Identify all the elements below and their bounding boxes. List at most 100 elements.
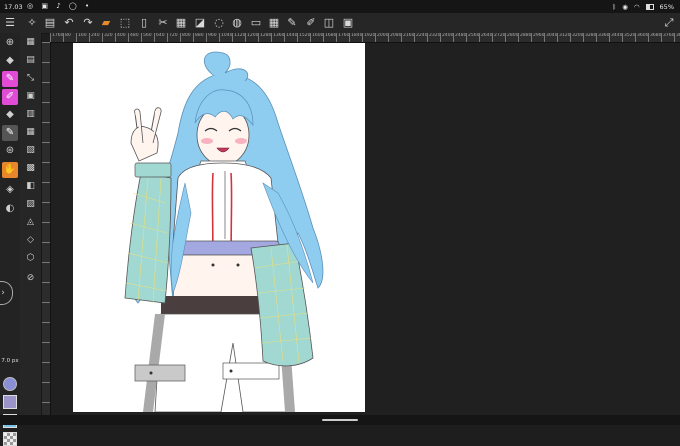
ruler-tick: 2000 xyxy=(375,33,388,42)
ruler-tick: 480 xyxy=(128,33,141,42)
adjust-icon[interactable]: ⤡ xyxy=(23,71,38,86)
notification-icons: ◎ ▣ ♪ ◯ • xyxy=(27,2,92,10)
ruler-tick: 1440 xyxy=(284,33,297,42)
ruler-tick: 3040 xyxy=(544,33,557,42)
command-bar: ▦ ▤ ⤡ ▣ ▥ ▦ ▧ ▩ ◧ ▨ ◬ ◇ ⬡ ⊘ xyxy=(20,33,42,415)
battery-icon xyxy=(645,4,654,10)
ruler-tick: 240 xyxy=(89,33,102,42)
airbrush-icon[interactable]: ⊛ xyxy=(2,143,18,159)
ruler-tick: 320 xyxy=(102,33,115,42)
fill-icon[interactable]: ◪ xyxy=(192,15,208,31)
battery-level: 65% xyxy=(659,3,674,11)
paste-icon[interactable]: ▦ xyxy=(173,15,189,31)
ruler-tick: 1040 xyxy=(219,33,232,42)
layer-stack-icon[interactable]: ◇ xyxy=(23,233,38,248)
selection-icon[interactable]: ⊕ xyxy=(2,35,18,51)
wifi-icon: ◠ xyxy=(633,3,640,11)
fullscreen-icon[interactable]: ⤢ xyxy=(661,15,677,31)
ruler-tick: 560 xyxy=(141,33,154,42)
vertical-ruler xyxy=(41,42,51,415)
quick-access-icon[interactable]: ✧ xyxy=(24,15,40,31)
fill-bucket-icon[interactable]: ◈ xyxy=(2,182,18,198)
ruler-tick: 720 xyxy=(167,33,180,42)
menu-icon[interactable]: ☰ xyxy=(2,15,18,31)
ruler-icon[interactable]: ◫ xyxy=(321,15,337,31)
redo-icon[interactable]: ↷ xyxy=(80,15,96,31)
ruler-tick: 3120 xyxy=(557,33,570,42)
pen-alt-icon[interactable]: ✐ xyxy=(303,15,319,31)
system-nav-bar xyxy=(0,415,680,425)
layers-icon[interactable]: ▤ xyxy=(23,53,38,68)
home-gesture-bar[interactable] xyxy=(322,419,358,421)
ruler-tick: 1280 xyxy=(258,33,271,42)
gallery-icon[interactable]: ◍ xyxy=(229,15,245,31)
ruler-tick: 3840 xyxy=(674,33,680,42)
ruler-tick: 400 xyxy=(115,33,128,42)
horizontal-ruler: 1760 80 160 240 320 400 480 560 640 720 800 880 960 1… xyxy=(50,33,680,43)
ruler-tick: 2320 xyxy=(427,33,440,42)
ruler-icon-2[interactable]: ▦ xyxy=(23,125,38,140)
gallery-icon: ▣ xyxy=(41,2,51,10)
filter-icon[interactable]: ▣ xyxy=(23,89,38,104)
rotate-icon[interactable]: ⊘ xyxy=(23,271,38,286)
ruler-tick: 1760 xyxy=(50,33,63,42)
ruler-tick: 640 xyxy=(154,33,167,42)
layer-props-icon[interactable]: ▣ xyxy=(340,15,356,31)
music-icon: ♪ xyxy=(56,2,64,10)
ruler-tick: 1520 xyxy=(297,33,310,42)
canvas-icon[interactable]: ▦ xyxy=(23,35,38,50)
ruler-tick: 1120 xyxy=(232,33,245,42)
brush-preview[interactable] xyxy=(3,377,17,391)
ruler-tick: 3280 xyxy=(583,33,596,42)
grid-icon[interactable]: ▦ xyxy=(266,15,282,31)
watermark-icon[interactable]: ◬ xyxy=(23,215,38,230)
save-icon[interactable]: ▤ xyxy=(42,15,58,31)
ruler-tick: 80 xyxy=(63,33,76,42)
cut-icon[interactable]: ✂ xyxy=(155,15,171,31)
blur-icon[interactable]: ✎ xyxy=(2,125,18,141)
bluetooth-icon: ᛒ xyxy=(612,3,617,11)
ruler-tick: 3600 xyxy=(635,33,648,42)
status-bar: 17.03 ◎ ▣ ♪ ◯ • ᛒ ◉ ◠ 65% xyxy=(0,0,680,13)
main-color-swatch[interactable] xyxy=(3,395,17,409)
smudge-icon[interactable]: ✋ xyxy=(2,162,18,178)
chat-icon: ◯ xyxy=(68,2,80,10)
whatsapp-icon: ◎ xyxy=(27,2,37,10)
gradient-icon[interactable]: ◐ xyxy=(2,201,18,217)
ruler-tick: 2800 xyxy=(505,33,518,42)
status-time: 17.03 xyxy=(4,3,23,11)
text-icon[interactable]: ▥ xyxy=(23,107,38,122)
ruler-tick: 880 xyxy=(193,33,206,42)
layer-3d-icon[interactable]: ⬡ xyxy=(23,251,38,266)
ruler-tick: 2960 xyxy=(531,33,544,42)
drawing-canvas[interactable] xyxy=(73,43,365,412)
folder-icon[interactable]: ▭ xyxy=(248,15,264,31)
marker-icon[interactable]: ✐ xyxy=(2,89,18,105)
brush-preset-icon[interactable]: ▰ xyxy=(98,15,114,31)
ruler-tick: 2080 xyxy=(388,33,401,42)
undo-icon[interactable]: ↶ xyxy=(61,15,77,31)
stamp-icon[interactable]: ▨ xyxy=(23,197,38,212)
ruler-tick: 2160 xyxy=(401,33,414,42)
pen-icon[interactable]: ✎ xyxy=(284,15,300,31)
copy-icon[interactable]: ▩ xyxy=(23,161,38,176)
ruler-tick: 2240 xyxy=(414,33,427,42)
brush-size-label[interactable]: 7.0 px xyxy=(1,358,19,365)
lasso-icon[interactable]: ◌ xyxy=(211,15,227,31)
pen-icon[interactable]: ✎ xyxy=(2,71,18,87)
clear-layer-icon[interactable]: ▯ xyxy=(136,15,152,31)
ruler-tick: 1760 xyxy=(336,33,349,42)
transform-icon[interactable]: ⬚ xyxy=(117,15,133,31)
transparent-color-swatch[interactable] xyxy=(3,432,17,446)
frame-icon[interactable]: ▧ xyxy=(23,143,38,158)
eraser-alt-icon[interactable]: ◆ xyxy=(2,107,18,123)
ruler-tick: 3440 xyxy=(609,33,622,42)
ruler-tick: 2400 xyxy=(440,33,453,42)
tone-icon[interactable]: ◧ xyxy=(23,179,38,194)
ruler-tick: 2880 xyxy=(518,33,531,42)
main-toolbar: ☰ ✧ ▤ ↶ ↷ ▰ ⬚ ▯ ✂ ▦ ◪ ◌ ◍ ▭ ▦ ✎ ✐ ◫ ▣ ⤢ xyxy=(0,13,680,34)
side-panel-toggle[interactable]: › xyxy=(0,281,13,305)
ruler-tick: 2720 xyxy=(492,33,505,42)
eraser-icon[interactable]: ◆ xyxy=(2,53,18,69)
ruler-tick: 2640 xyxy=(479,33,492,42)
